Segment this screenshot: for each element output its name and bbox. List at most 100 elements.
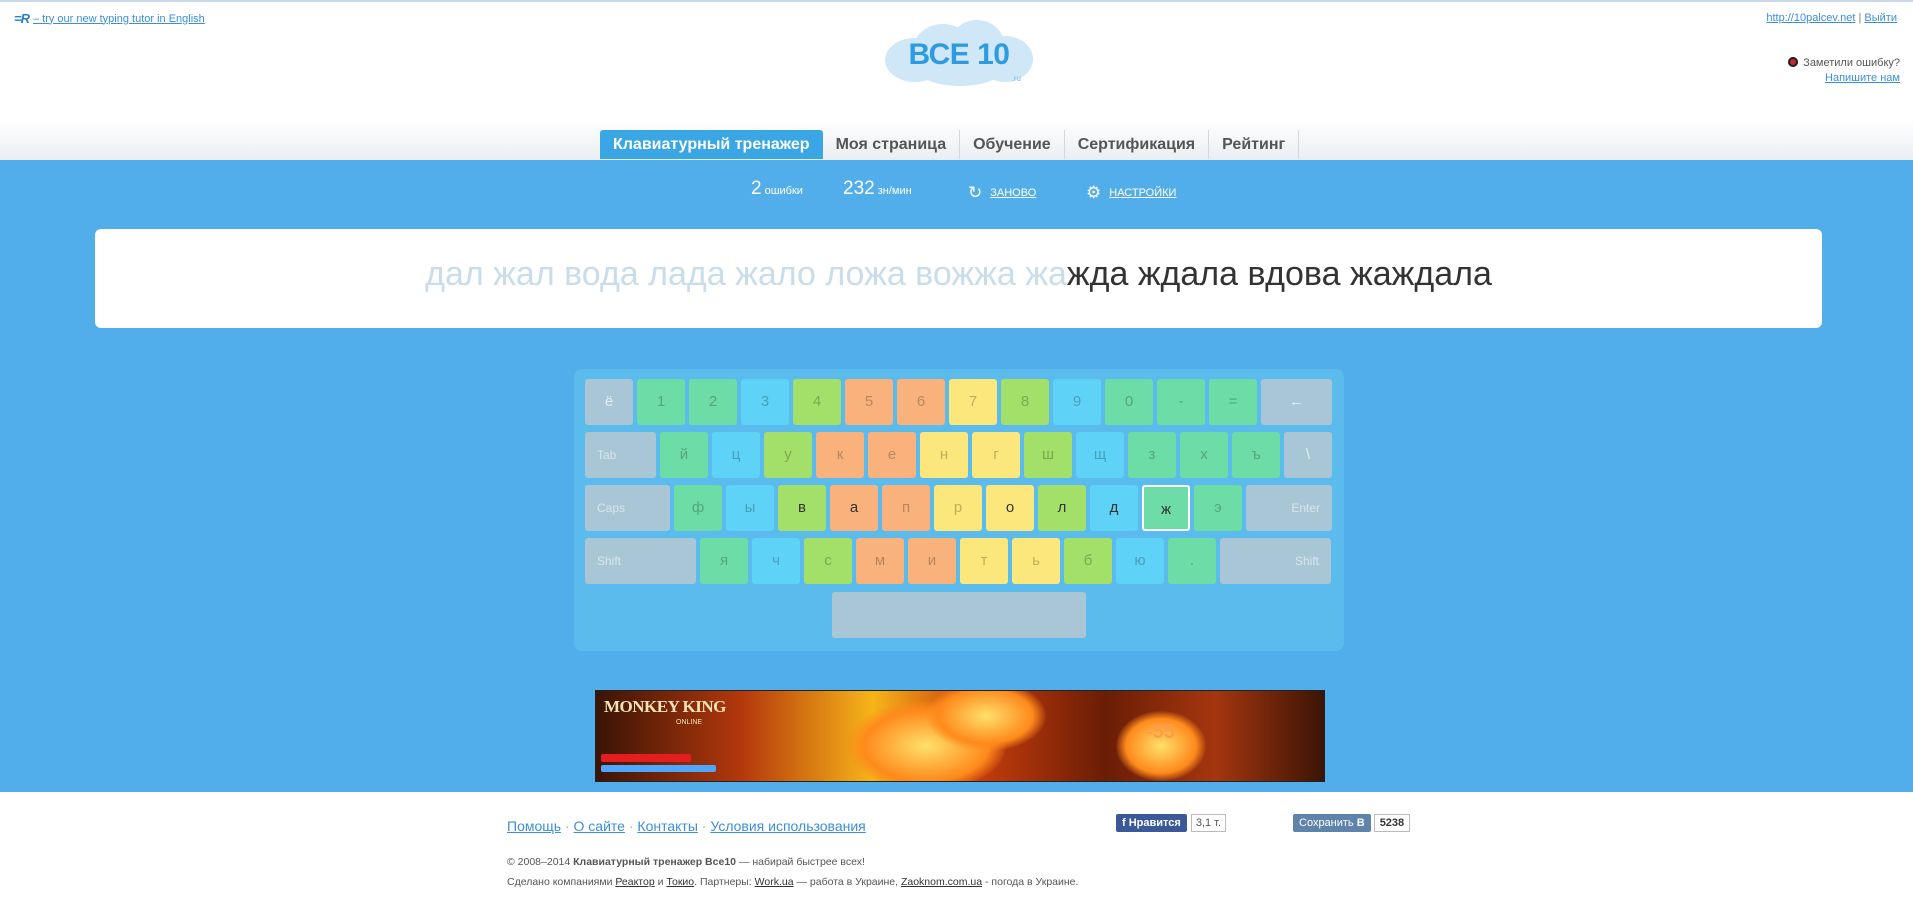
about-link[interactable]: О сайте: [574, 818, 625, 834]
profile-site-link[interactable]: http://10palcev.net: [1766, 12, 1855, 24]
tab-my-page[interactable]: Моя страница: [823, 130, 961, 159]
key-←[interactable]: ←: [1261, 379, 1332, 425]
facebook-like-button[interactable]: f Нравится: [1116, 814, 1187, 832]
help-link[interactable]: Помощь: [507, 818, 561, 834]
key-8[interactable]: 8: [1001, 379, 1049, 425]
and-text: и: [657, 876, 664, 888]
logo-text: ВСЕ 10: [908, 38, 1010, 71]
write-us-link[interactable]: Напишите нам: [1825, 72, 1900, 84]
key-н[interactable]: н: [920, 432, 968, 478]
separator: |: [1858, 12, 1862, 24]
contacts-link[interactable]: Контакты: [637, 818, 697, 834]
bug-question: Заметили ошибку?: [1803, 57, 1900, 69]
key-р[interactable]: р: [934, 485, 982, 531]
key-ь[interactable]: ь: [1012, 538, 1060, 584]
logout-link[interactable]: Выйти: [1864, 12, 1897, 24]
refresh-icon: ↻: [968, 183, 983, 202]
key-7[interactable]: 7: [949, 379, 997, 425]
banner-health-bar: [601, 754, 691, 762]
errors-stat: 2 ошибки: [751, 178, 803, 200]
key-ф[interactable]: ф: [674, 485, 722, 531]
key-ю[interactable]: ю: [1116, 538, 1164, 584]
key-э[interactable]: э: [1194, 485, 1242, 531]
key-п[interactable]: п: [882, 485, 930, 531]
key-9[interactable]: 9: [1053, 379, 1101, 425]
copyright-years: © 2008–2014: [507, 856, 571, 868]
tab-rating[interactable]: Рейтинг: [1209, 130, 1300, 159]
key-ч[interactable]: ч: [752, 538, 800, 584]
key-backslash[interactable]: \: [1284, 432, 1332, 478]
key-shift[interactable]: Shift: [1220, 538, 1331, 584]
key-space[interactable]: [832, 592, 1086, 638]
typed-text: дал жал вода лада жало ложа вожжа жа: [425, 255, 1067, 293]
vk-save-button[interactable]: Сохранить В: [1293, 814, 1371, 832]
site-logo[interactable]: ВСЕ 10 .ru: [885, 20, 1033, 86]
key-shift[interactable]: Shift: [585, 538, 696, 584]
key-ъ[interactable]: ъ: [1232, 432, 1280, 478]
tab-typing-trainer[interactable]: Клавиатурный тренажер: [600, 130, 823, 159]
key-я[interactable]: я: [700, 538, 748, 584]
key--[interactable]: -: [1157, 379, 1205, 425]
key-1[interactable]: 1: [637, 379, 685, 425]
tokio-link[interactable]: Токио: [666, 876, 694, 888]
footer-copyright: © 2008–2014 Клавиатурный тренажер Все10 …: [507, 852, 1078, 892]
footer-links: Помощь · О сайте · Контакты · Условия ис…: [507, 818, 866, 834]
reactor-link[interactable]: Реактор: [615, 876, 654, 888]
key-5[interactable]: 5: [845, 379, 893, 425]
key-ы[interactable]: ы: [726, 485, 774, 531]
speed-value: 232: [843, 178, 875, 199]
terms-link[interactable]: Условия использования: [710, 818, 865, 834]
key-ц[interactable]: ц: [712, 432, 760, 478]
key-ш[interactable]: ш: [1024, 432, 1072, 478]
key-щ[interactable]: щ: [1076, 432, 1124, 478]
key-в[interactable]: в: [778, 485, 826, 531]
key-а[interactable]: а: [830, 485, 878, 531]
key-о[interactable]: о: [986, 485, 1034, 531]
key-б[interactable]: б: [1064, 538, 1112, 584]
vk-share: Сохранить В 5238: [1293, 814, 1411, 832]
key-2[interactable]: 2: [689, 379, 737, 425]
key-ё[interactable]: ё: [585, 379, 633, 425]
zaoknom-link[interactable]: Zaoknom.com.ua: [901, 876, 982, 888]
restart-label: ЗАНОВО: [990, 187, 1037, 199]
promo-link[interactable]: – try our new typing tutor in English: [33, 13, 205, 25]
key-л[interactable]: л: [1038, 485, 1086, 531]
tab-certification[interactable]: Сертификация: [1065, 130, 1210, 159]
key-с[interactable]: с: [804, 538, 852, 584]
key-=[interactable]: =: [1209, 379, 1257, 425]
key-3[interactable]: 3: [741, 379, 789, 425]
key-и[interactable]: и: [908, 538, 956, 584]
workua-link[interactable]: Work.ua: [755, 876, 794, 888]
key-е[interactable]: е: [868, 432, 916, 478]
footer-sep: ·: [701, 818, 707, 834]
key-х[interactable]: х: [1180, 432, 1228, 478]
key-caps[interactable]: Caps: [585, 485, 670, 531]
key-0[interactable]: 0: [1105, 379, 1153, 425]
exercise-text-box[interactable]: дал жал вода лада жало ложа вожжа жажда …: [95, 229, 1822, 328]
key-й[interactable]: й: [660, 432, 708, 478]
virtual-keyboard: ё 1 2 3 4 5 6 7 8 9 0- = ← Tab й ц у к е н г ш щ з х ъ \ Caps ф ы в а п р…: [574, 369, 1344, 651]
english-tutor-promo[interactable]: =R – try our new typing tutor in English: [14, 11, 205, 26]
settings-button[interactable]: ⚙ НАСТРОЙКИ: [1086, 183, 1176, 203]
key-enter[interactable]: Enter: [1246, 485, 1332, 531]
remaining-text: жда ждала вдова жаждала: [1066, 255, 1492, 293]
key-tab[interactable]: Tab: [585, 432, 656, 478]
restart-button[interactable]: ↻ ЗАНОВО: [968, 183, 1036, 203]
tab-learning[interactable]: Обучение: [960, 130, 1065, 159]
key-м[interactable]: м: [856, 538, 904, 584]
ad-banner[interactable]: MONKEY KING ONLINE -55: [595, 690, 1325, 782]
key-6[interactable]: 6: [897, 379, 945, 425]
key-у[interactable]: у: [764, 432, 812, 478]
speed-stat: 232 зн/мин: [843, 178, 912, 200]
key-к[interactable]: к: [816, 432, 864, 478]
key-з[interactable]: з: [1128, 432, 1176, 478]
workua-desc: — работа в Украине,: [796, 876, 899, 888]
key-г[interactable]: г: [972, 432, 1020, 478]
key-д[interactable]: д: [1090, 485, 1138, 531]
key-ж[interactable]: ж: [1142, 485, 1190, 531]
key-.[interactable]: .: [1168, 538, 1216, 584]
footer-sep: ·: [628, 818, 634, 834]
key-4[interactable]: 4: [793, 379, 841, 425]
copyright-slogan: — набирай быстрее всех!: [738, 856, 865, 868]
key-т[interactable]: т: [960, 538, 1008, 584]
